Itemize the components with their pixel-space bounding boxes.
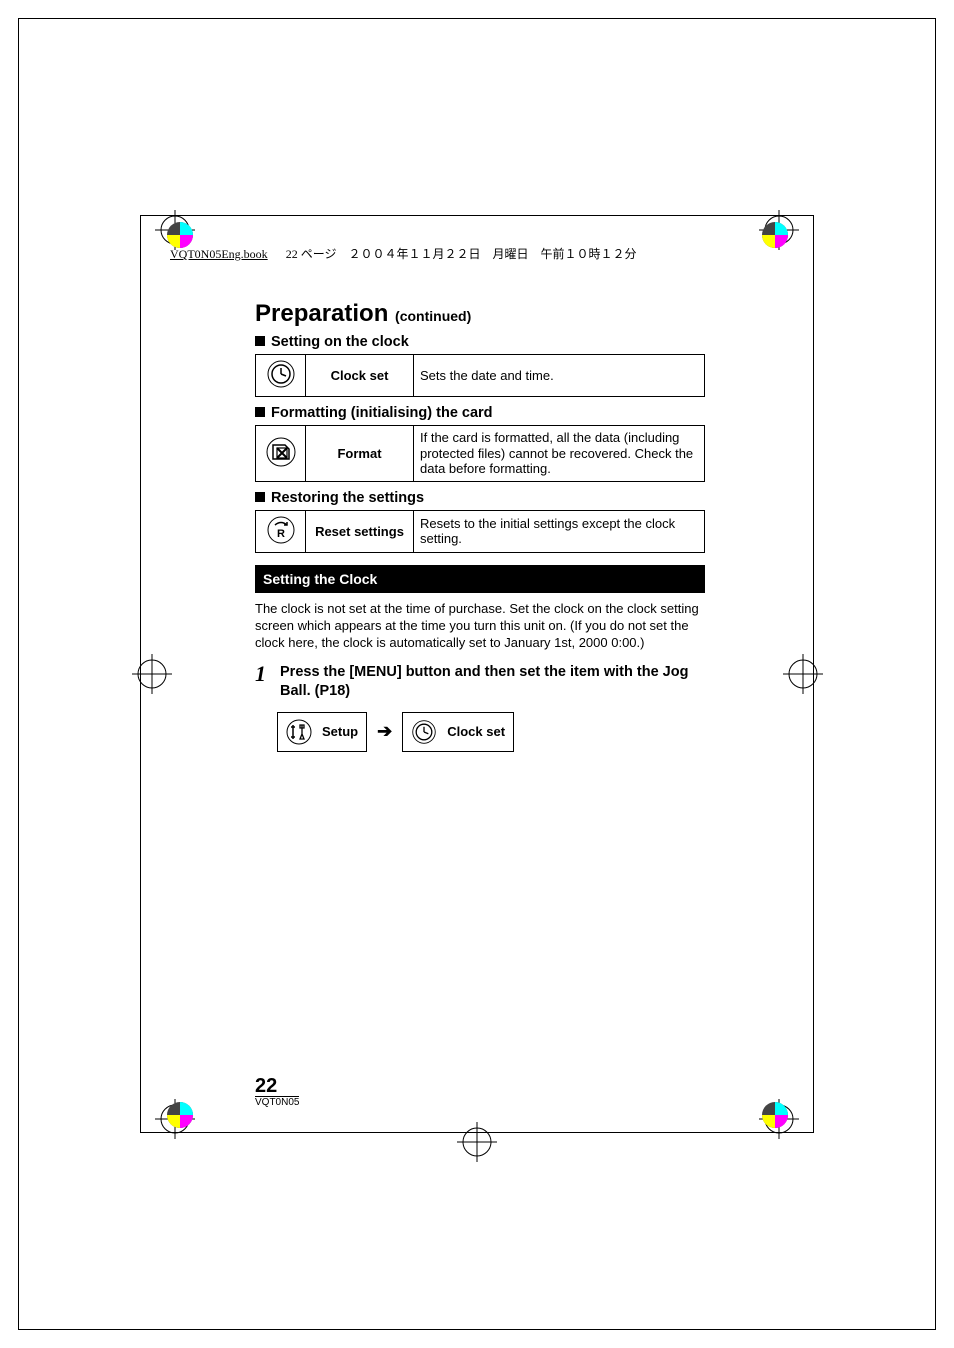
reset-icon: R bbox=[266, 515, 296, 545]
clock-label: Clock set bbox=[306, 355, 414, 397]
format-card-icon bbox=[265, 437, 297, 467]
registration-mark-left-mid bbox=[132, 654, 172, 694]
subheading-reset-text: Restoring the settings bbox=[271, 490, 424, 506]
registration-mark-center-bottom bbox=[457, 1122, 497, 1162]
color-target-bottom-left bbox=[165, 1100, 195, 1130]
nav-clock-set-label: Clock set bbox=[447, 724, 505, 739]
step-1-text: Press the [MENU] button and then set the… bbox=[280, 663, 705, 699]
print-header-rest: 22 ページ ２００４年１１月２２日 月曜日 午前１０時１２分 bbox=[286, 247, 637, 261]
page-title: Preparation (continued) bbox=[255, 300, 705, 328]
color-target-top-right bbox=[760, 220, 790, 250]
reset-desc: Resets to the initial settings except th… bbox=[414, 510, 705, 552]
step-1-number: 1 bbox=[255, 663, 266, 699]
subheading-clock-text: Setting on the clock bbox=[271, 334, 409, 350]
format-desc: If the card is formatted, all the data (… bbox=[414, 426, 705, 482]
square-bullet-icon bbox=[255, 336, 265, 346]
page-title-text: Preparation bbox=[255, 300, 388, 327]
print-header-file: VQT0N05Eng.book bbox=[170, 247, 268, 261]
subheading-format: Formatting (initialising) the card bbox=[255, 405, 705, 421]
reset-label: Reset settings bbox=[306, 510, 414, 552]
color-target-bottom-right bbox=[760, 1100, 790, 1130]
square-bullet-icon bbox=[255, 492, 265, 502]
reset-icon-cell: R bbox=[256, 510, 306, 552]
page-content: Preparation (continued) Setting on the c… bbox=[255, 300, 705, 752]
clock-icon bbox=[266, 359, 296, 389]
doc-code: VQT0N05 bbox=[255, 1096, 299, 1108]
row-format: Format If the card is formatted, all the… bbox=[255, 425, 705, 482]
arrow-right-icon: ➔ bbox=[377, 721, 392, 742]
page-number: 22 bbox=[255, 1076, 299, 1096]
step-1: 1 Press the [MENU] button and then set t… bbox=[255, 663, 705, 699]
nav-setup-label: Setup bbox=[322, 724, 358, 739]
format-label: Format bbox=[306, 426, 414, 482]
menu-navigation-row: Setup ➔ Clock set bbox=[277, 712, 705, 752]
clock-icon bbox=[411, 719, 437, 745]
nav-box-clock-set: Clock set bbox=[402, 712, 514, 752]
setup-tools-icon bbox=[286, 719, 312, 745]
section-bar-setting-clock: Setting the Clock bbox=[255, 565, 705, 593]
page-title-continued: (continued) bbox=[395, 308, 471, 324]
subheading-reset: Restoring the settings bbox=[255, 490, 705, 506]
clock-icon-cell bbox=[256, 355, 306, 397]
row-reset: R Reset settings Resets to the initial s… bbox=[255, 510, 705, 553]
clock-desc: Sets the date and time. bbox=[414, 355, 705, 397]
page-number-block: 22 VQT0N05 bbox=[255, 1076, 299, 1108]
body-text: The clock is not set at the time of purc… bbox=[255, 601, 705, 652]
nav-box-setup: Setup bbox=[277, 712, 367, 752]
svg-text:R: R bbox=[277, 528, 285, 540]
registration-mark-right-mid bbox=[783, 654, 823, 694]
subheading-clock: Setting on the clock bbox=[255, 334, 705, 350]
print-header: VQT0N05Eng.book 22 ページ ２００４年１１月２２日 月曜日 午… bbox=[170, 245, 636, 262]
square-bullet-icon bbox=[255, 407, 265, 417]
format-icon-cell bbox=[256, 426, 306, 482]
subheading-format-text: Formatting (initialising) the card bbox=[271, 405, 493, 421]
row-clock-set: Clock set Sets the date and time. bbox=[255, 354, 705, 397]
